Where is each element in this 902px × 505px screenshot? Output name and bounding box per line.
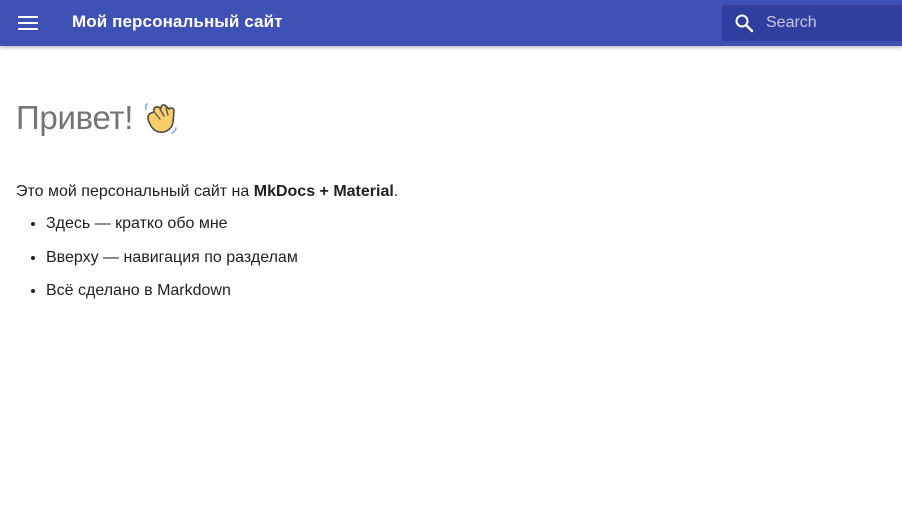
- top-header: Мой персональный сайт: [0, 0, 902, 46]
- feature-list: Здесь — кратко обо мне Вверху — навигаци…: [16, 213, 876, 302]
- list-item: Здесь — кратко обо мне: [46, 213, 876, 235]
- site-title[interactable]: Мой персональный сайт: [72, 12, 283, 32]
- list-item: Всё сделано в Markdown: [46, 280, 876, 302]
- menu-button[interactable]: [8, 3, 48, 43]
- waving-hand-icon: [143, 100, 179, 136]
- search-icon: [734, 13, 754, 33]
- search-box[interactable]: [722, 5, 902, 41]
- page-heading-text: Привет!: [16, 99, 134, 136]
- intro-text-before: Это мой персональный сайт на: [16, 183, 254, 200]
- list-item: Вверху — навигация по разделам: [46, 247, 876, 269]
- page-heading: Привет!: [16, 96, 876, 140]
- search-input[interactable]: [762, 5, 898, 41]
- menu-icon: [18, 16, 38, 30]
- intro-text-after: .: [393, 183, 399, 200]
- main-content: Привет! Это мой персональный сайт на MkD…: [16, 46, 876, 314]
- intro-paragraph: Это мой персональный сайт на MkDocs + Ma…: [16, 181, 876, 203]
- intro-bold-text: MkDocs + Material: [253, 183, 394, 200]
